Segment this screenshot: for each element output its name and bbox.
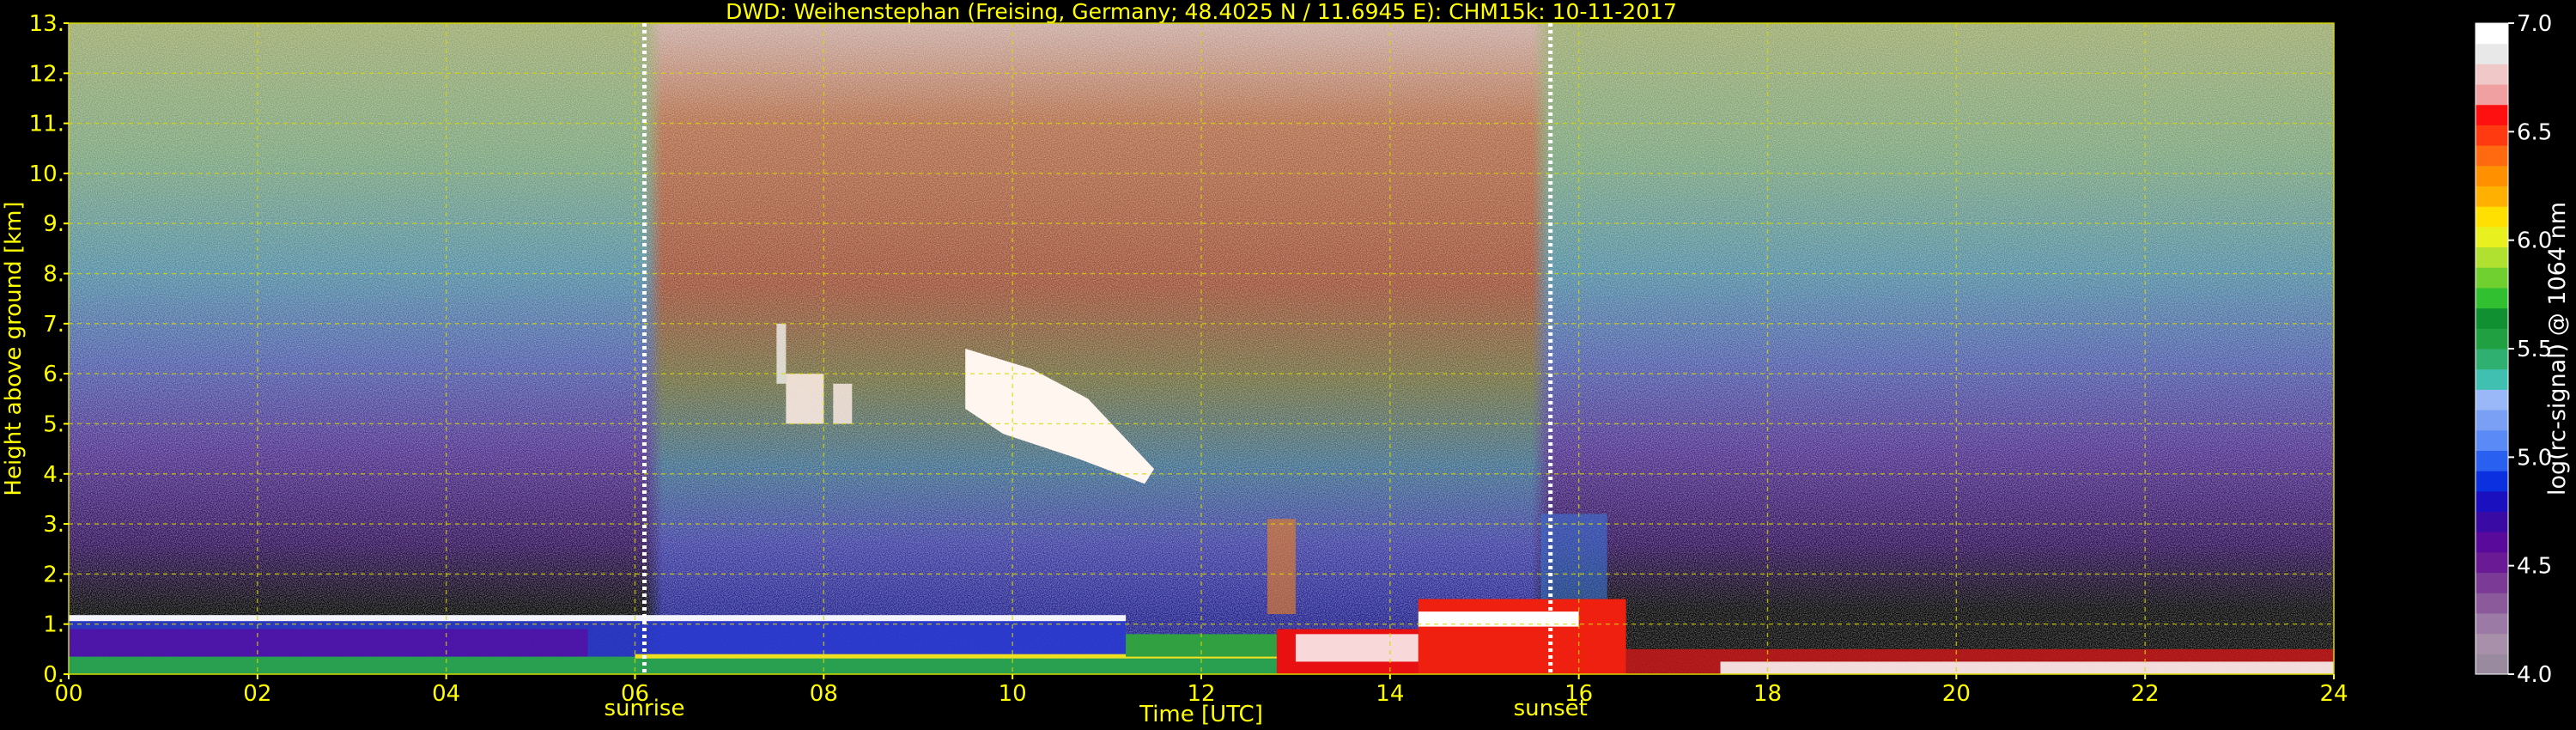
y-tick-label: 4. xyxy=(43,462,64,488)
x-tick-label: 24 xyxy=(2319,681,2348,707)
colorbar-segment xyxy=(2476,287,2508,309)
colorbar-segment xyxy=(2476,410,2508,431)
y-tick-label: 10. xyxy=(29,161,64,187)
colorbar-segment xyxy=(2476,551,2508,574)
colorbar-segment xyxy=(2476,429,2508,451)
y-tick-label: 1. xyxy=(43,612,64,638)
y-tick-label: 5. xyxy=(43,411,64,437)
y-tick-label: 9. xyxy=(43,211,64,237)
colorbar-segment xyxy=(2476,633,2508,654)
y-tick-label: 13. xyxy=(29,11,64,37)
colorbar-segment xyxy=(2476,145,2508,167)
colorbar-segment xyxy=(2476,450,2508,471)
colorbar-segment xyxy=(2476,226,2508,248)
colorbar-segment xyxy=(2476,471,2508,492)
boundary-layer-top xyxy=(69,615,1127,622)
x-axis-label: Time [UTC] xyxy=(1139,702,1263,727)
colorbar-segment xyxy=(2476,206,2508,228)
colorbar-segment xyxy=(2476,246,2508,268)
colorbar: 4.04.55.05.56.06.57.0 xyxy=(2475,11,2552,688)
y-tick-label: 7. xyxy=(43,312,64,338)
y-tick-label: 6. xyxy=(43,362,64,387)
plume xyxy=(1267,519,1296,615)
colorbar-segment xyxy=(2476,43,2508,64)
colorbar-segment xyxy=(2476,349,2508,370)
convective-layer xyxy=(1418,599,1626,674)
colorbar-segment xyxy=(2476,328,2508,350)
evening-surface-layer-core xyxy=(1720,661,2334,674)
surface-layer xyxy=(69,656,1277,674)
colorbar-segment xyxy=(2476,267,2508,289)
colorbar-segment xyxy=(2476,654,2508,675)
colorbar-segment xyxy=(2476,593,2508,614)
colorbar-segment xyxy=(2476,307,2508,329)
colorbar-tick-label: 7.0 xyxy=(2517,11,2552,37)
colorbar-segment xyxy=(2476,165,2508,186)
cloud-streak xyxy=(776,323,787,384)
y-tick-label: 2. xyxy=(43,562,64,587)
colorbar-segment xyxy=(2476,64,2508,85)
colorbar-segment xyxy=(2476,104,2508,125)
y-tick-label: 11. xyxy=(29,112,64,137)
x-tick-label: 14 xyxy=(1376,681,1404,707)
x-tick-label: 22 xyxy=(2131,681,2160,707)
colorbar-segment xyxy=(2476,84,2508,106)
colorbar-segment xyxy=(2476,511,2508,532)
y-tick-label: 0. xyxy=(43,662,64,688)
x-tick-label: 02 xyxy=(243,681,271,707)
aerosol-layer-core xyxy=(1295,634,1419,662)
x-tick-label: 20 xyxy=(1942,681,1971,707)
colorbar-tick-label: 4.0 xyxy=(2517,662,2552,688)
x-tick-label: 10 xyxy=(999,681,1027,707)
colorbar-segment xyxy=(2476,23,2508,45)
chart-title: DWD: Weihenstephan (Freising, Germany; 4… xyxy=(726,0,1677,24)
x-tick-label: 08 xyxy=(810,681,838,707)
y-tick-label: 3. xyxy=(43,512,64,538)
cloud-fragment xyxy=(786,374,824,424)
residual-layer xyxy=(69,629,588,657)
y-axis: 0. 1. 2. 3. 4. 5. 6. 7. 8. 9. 10. 11. 12. 13. xyxy=(29,11,69,688)
colorbar-tick-label: 6.5 xyxy=(2517,119,2552,145)
x-tick-label: 18 xyxy=(1753,681,1782,707)
x-tick-label: 04 xyxy=(432,681,460,707)
colorbar-tick-label: 4.5 xyxy=(2517,554,2552,580)
colorbar-segment xyxy=(2476,612,2508,635)
colorbar-label: log(rc-signal) @ 1064 nm xyxy=(2544,202,2571,496)
colorbar-segment xyxy=(2476,572,2508,593)
event-label: sunset xyxy=(1514,696,1588,721)
y-axis-label: Height above ground [km] xyxy=(1,201,27,496)
event-label: sunrise xyxy=(605,696,685,721)
y-tick-label: 8. xyxy=(43,262,64,288)
colorbar-segment xyxy=(2476,186,2508,207)
colorbar-segment xyxy=(2476,368,2508,390)
colorbar-segment xyxy=(2476,490,2508,512)
colorbar-segment xyxy=(2476,125,2508,146)
colorbar-segment xyxy=(2476,389,2508,411)
colorbar-segment xyxy=(2476,532,2508,553)
cloud-fragment xyxy=(833,383,853,424)
y-tick-label: 12. xyxy=(29,61,64,87)
ceilometer-chart: DWD: Weihenstephan (Freising, Germany; 4… xyxy=(1,0,2571,727)
